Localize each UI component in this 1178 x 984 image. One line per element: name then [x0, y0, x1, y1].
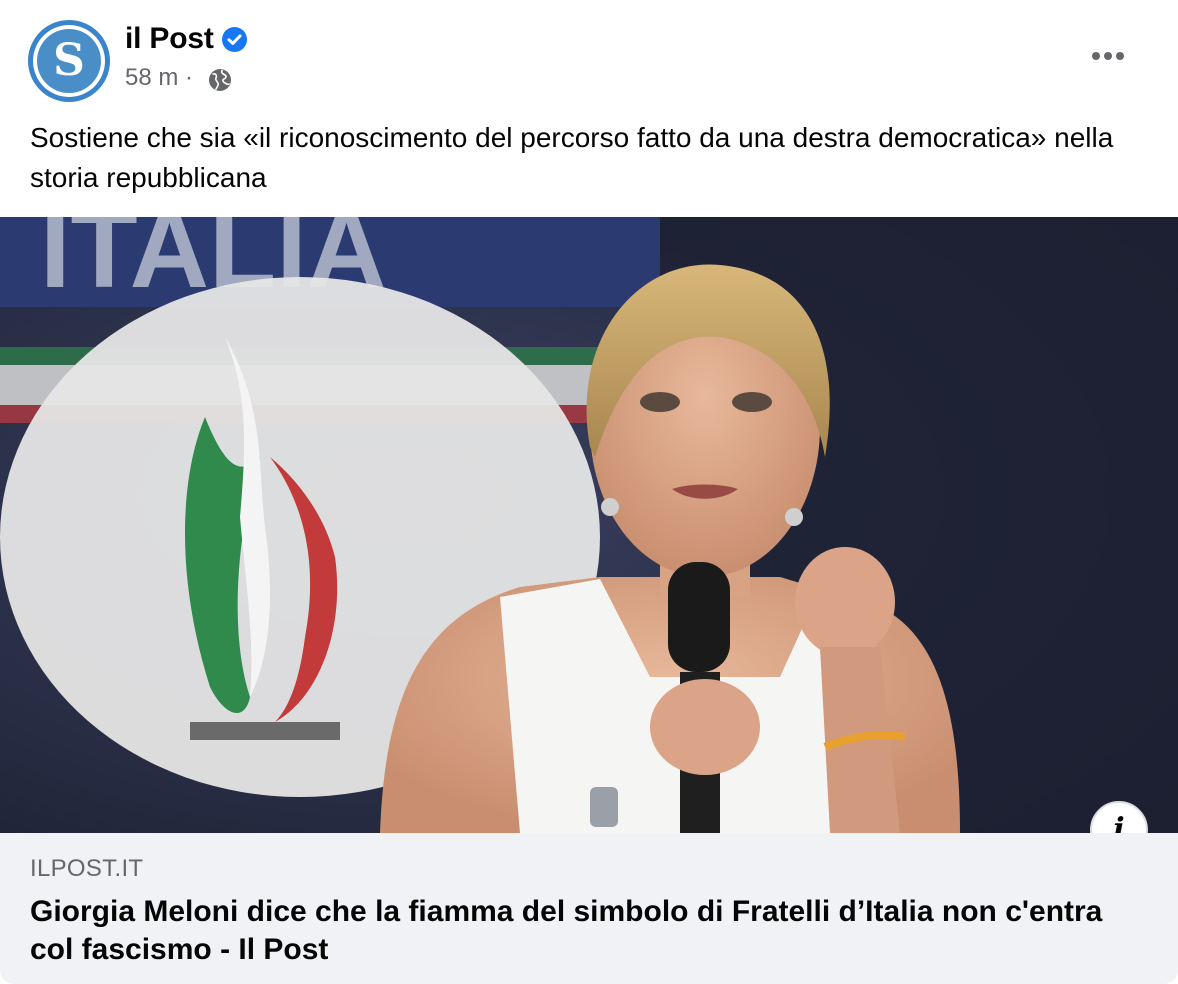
post-card: S il Post 58 m · Sostiene che sia «il ri… — [0, 0, 1178, 984]
page-avatar[interactable]: S — [28, 20, 110, 102]
page-name-link[interactable]: il Post — [125, 22, 214, 56]
more-options-icon[interactable] — [1086, 40, 1130, 70]
verified-badge-icon — [222, 27, 247, 52]
avatar-ring: S — [33, 25, 105, 97]
link-preview-caption[interactable]: ILPOST.IT Giorgia Meloni dice che la fia… — [0, 833, 1178, 984]
meta-separator: · — [185, 64, 194, 91]
post-timestamp-link[interactable]: 58 m — [125, 64, 178, 91]
link-title[interactable]: Giorgia Meloni dice che la fiamma del si… — [30, 893, 1140, 969]
link-preview-image[interactable]: ITALIA — [0, 217, 1178, 833]
post-message: Sostiene che sia «il riconoscimento del … — [30, 122, 1114, 193]
globe-icon[interactable] — [208, 68, 232, 97]
post-meta: 58 m · — [125, 64, 193, 92]
link-domain: ILPOST.IT — [30, 855, 144, 882]
post-header: S il Post 58 m · — [0, 0, 1178, 108]
avatar-logo: S — [37, 29, 101, 93]
